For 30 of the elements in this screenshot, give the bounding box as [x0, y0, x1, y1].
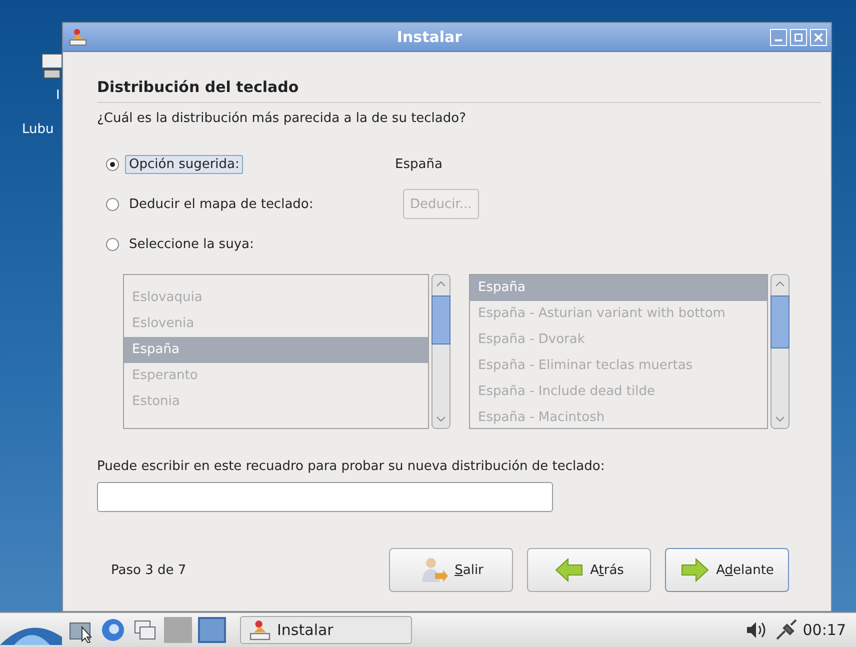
option-label[interactable]: Opción sugerida: — [125, 154, 244, 174]
suggested-value: España — [395, 156, 442, 172]
scrollbar[interactable] — [431, 274, 451, 429]
left-arrow-icon — [554, 556, 584, 584]
clock: 00:17 — [802, 621, 846, 639]
option-label[interactable]: Seleccione la suya: — [125, 234, 258, 254]
close-icon[interactable] — [810, 28, 827, 46]
minimize-icon[interactable] — [770, 28, 787, 46]
test-input-field[interactable] — [97, 482, 553, 512]
footer-button[interactable]: Adelante — [665, 548, 789, 592]
step-indicator: Paso 3 de 7 — [111, 562, 188, 578]
browser-icon[interactable] — [100, 617, 126, 643]
right-arrow-icon — [680, 556, 710, 584]
maximize-icon[interactable] — [790, 28, 807, 46]
radio-button[interactable] — [106, 158, 119, 170]
prompt-text: Puede escribir en este recuadro para probar su nueva distribución de teclado: — [97, 459, 606, 474]
scrollbar[interactable] — [770, 274, 790, 429]
workspace-button[interactable] — [198, 617, 226, 643]
radio-button[interactable] — [106, 198, 119, 210]
desktop-icon-label: I — [56, 88, 60, 103]
taskbar-task[interactable]: Instalar — [240, 616, 412, 644]
desktop-icon-label: Lubu — [22, 122, 54, 137]
question-text: ¿Cuál es la distribución más parecida a la de su teclado? — [97, 111, 467, 126]
footer-button[interactable]: Salir — [389, 548, 513, 592]
window-title: Instalar — [396, 28, 464, 46]
option-label[interactable]: Deducir el mapa de teclado: — [125, 194, 318, 214]
page-heading: Distribución del teclado — [97, 78, 821, 103]
installer-icon — [67, 26, 89, 48]
radio-button[interactable] — [106, 238, 119, 250]
footer-button[interactable]: Atrás — [527, 548, 651, 592]
